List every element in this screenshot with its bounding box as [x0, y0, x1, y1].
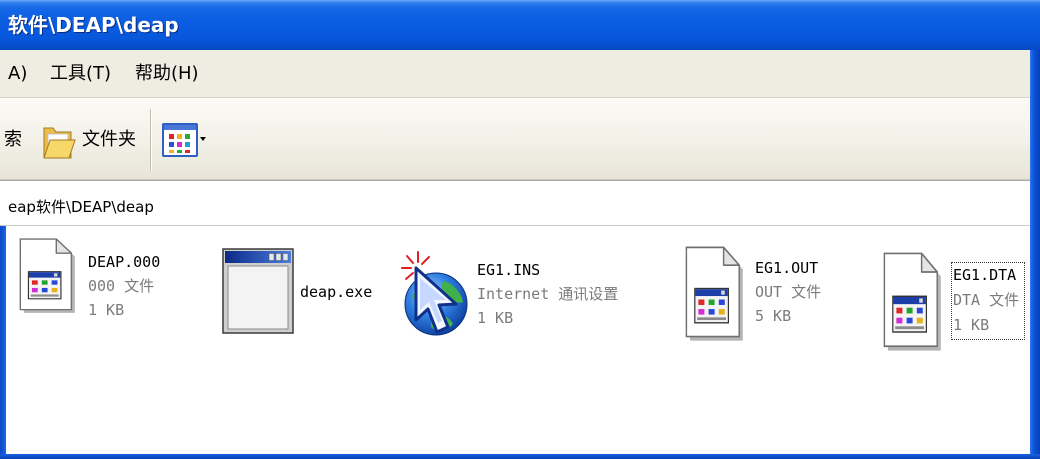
file-size: 1 KB [477, 309, 514, 327]
file-label-focused: EG1.DTA DTA 文件 1 KB [951, 262, 1025, 340]
application-window-icon[interactable] [222, 248, 294, 334]
file-name[interactable]: EG1.OUT [755, 256, 821, 280]
file-type: Internet 通讯设置 [477, 285, 619, 303]
document-icon[interactable] [882, 252, 942, 352]
file-item[interactable]: EG1.DTA DTA 文件 1 KB [880, 250, 1026, 354]
document-icon[interactable] [684, 246, 744, 342]
menu-item-tools[interactable]: 工具(T) [50, 62, 111, 86]
file-name[interactable]: DEAP.000 [88, 250, 160, 274]
file-label: DEAP.000 000 文件 1 KB [88, 250, 160, 322]
file-item[interactable]: deap.exe [218, 244, 378, 338]
menu-bar: A) 工具(T) 帮助(H) [0, 50, 1030, 98]
folder-icon [43, 127, 76, 159]
file-label: EG1.INS Internet 通讯设置 1 KB [477, 258, 618, 330]
dropdown-arrow-icon[interactable] [200, 137, 206, 141]
window-title: 软件\DEAP\deap [8, 13, 179, 37]
window-frame-right[interactable] [1030, 50, 1040, 459]
file-list: DEAP.000 000 文件 1 KB deap.exe EG1.INS In… [0, 226, 1030, 454]
file-size: 1 KB [953, 316, 990, 334]
views-icon [162, 123, 198, 157]
folders-button[interactable]: 文件夹 [38, 113, 142, 165]
menu-item-help[interactable]: 帮助(H) [135, 62, 199, 86]
search-button[interactable]: 索 [4, 128, 22, 152]
file-name[interactable]: EG1.INS [477, 258, 618, 282]
file-size: 5 KB [755, 307, 792, 325]
file-type: 000 文件 [88, 277, 155, 295]
file-name[interactable]: deap.exe [300, 280, 372, 304]
views-button[interactable] [158, 117, 212, 163]
file-size: 1 KB [88, 301, 125, 319]
address-input[interactable] [4, 190, 1020, 224]
document-icon[interactable] [18, 238, 76, 314]
file-name[interactable]: EG1.DTA [953, 263, 1024, 288]
window-frame-left[interactable] [0, 226, 6, 459]
menu-item-favorites[interactable]: A) [8, 62, 27, 86]
internet-settings-icon[interactable] [400, 246, 470, 340]
file-item[interactable]: EG1.INS Internet 通讯设置 1 KB [398, 244, 630, 342]
file-type: OUT 文件 [755, 283, 822, 301]
file-label: deap.exe [300, 280, 372, 304]
file-type: DTA 文件 [953, 291, 1020, 309]
file-label: EG1.OUT OUT 文件 5 KB [755, 256, 821, 328]
file-item[interactable]: DEAP.000 000 文件 1 KB [16, 236, 166, 324]
window-frame-bottom[interactable] [0, 454, 1040, 459]
toolbar: 索 文件夹 [0, 98, 1030, 180]
title-bar[interactable]: 软件\DEAP\deap [0, 0, 1040, 50]
file-item[interactable]: EG1.OUT OUT 文件 5 KB [682, 244, 832, 344]
address-bar [0, 180, 1030, 226]
folders-button-label: 文件夹 [82, 129, 136, 150]
toolbar-separator [150, 109, 152, 171]
